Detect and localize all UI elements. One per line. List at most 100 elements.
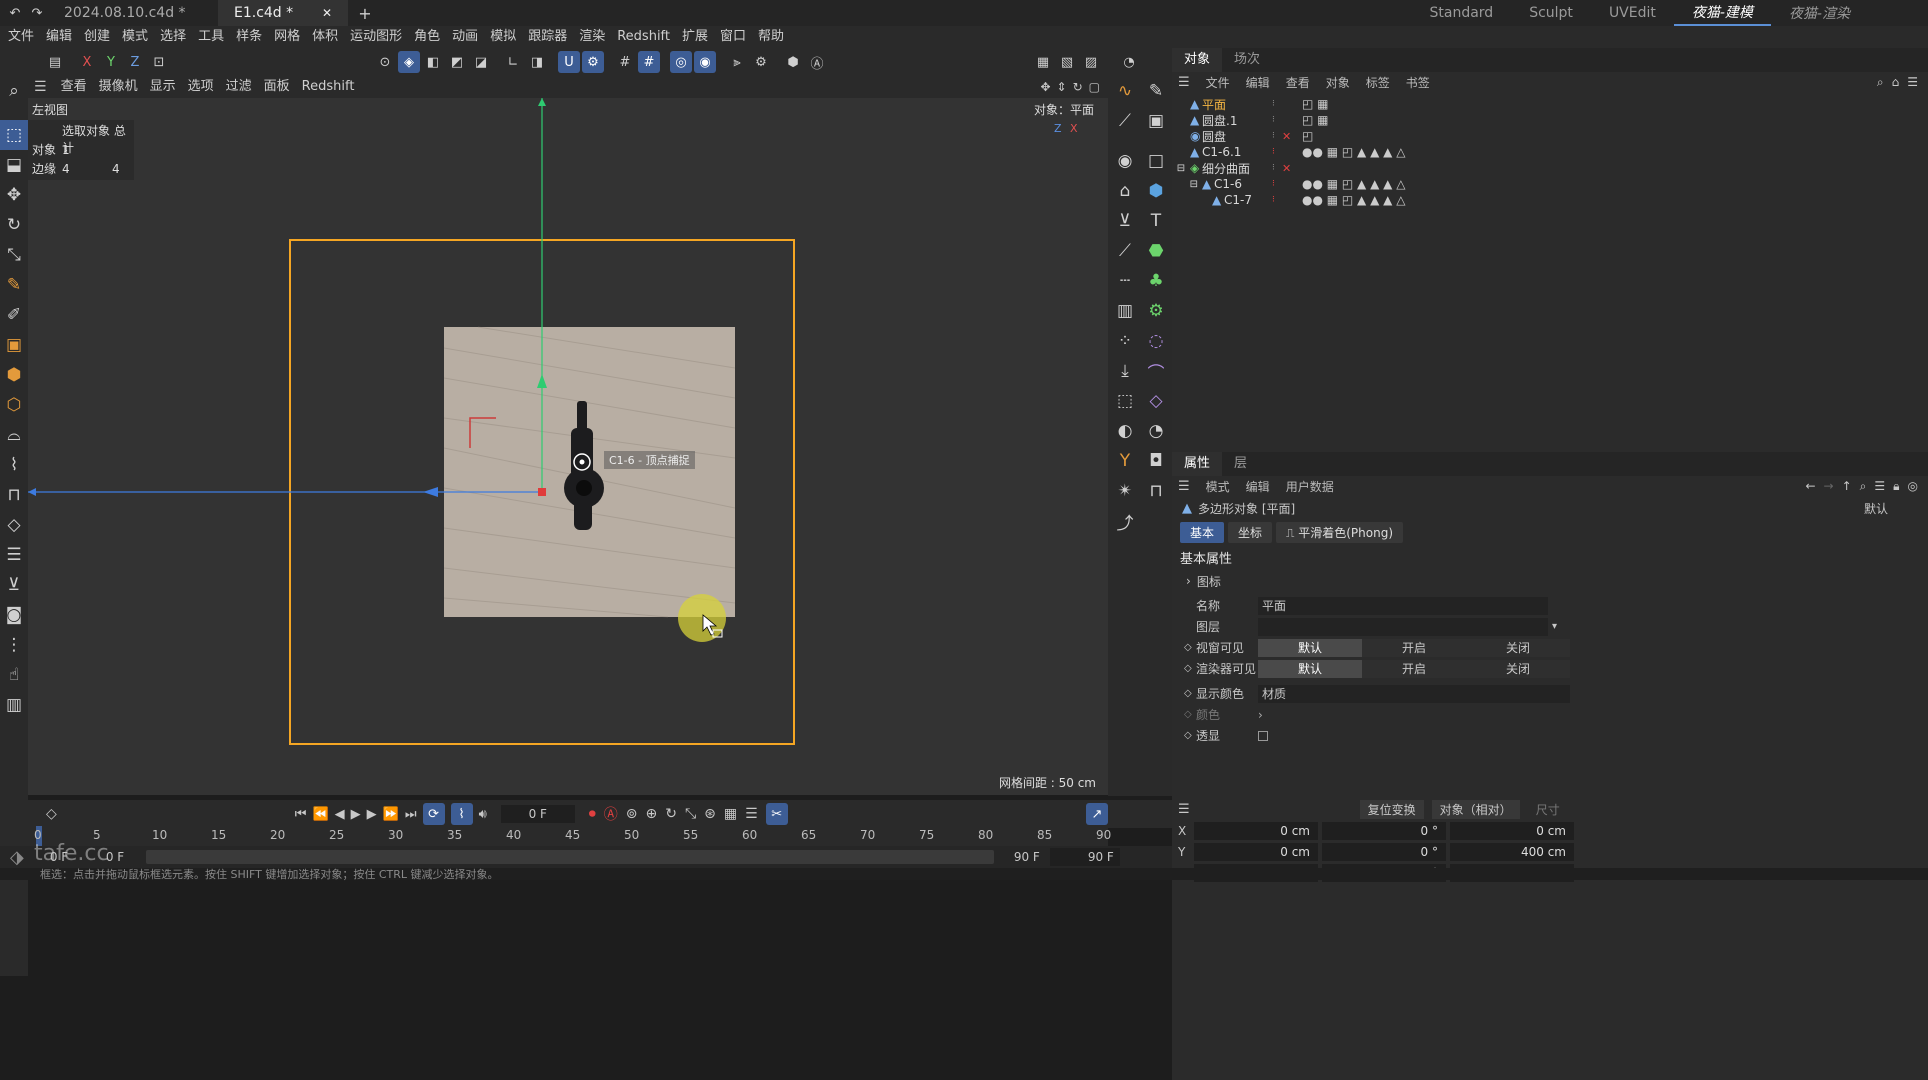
axis-y-toggle[interactable]: Y — [100, 51, 122, 73]
render-visible-on[interactable]: 开启 — [1362, 659, 1466, 678]
om-menu-bookmarks[interactable]: 书签 — [1398, 74, 1438, 91]
icon-group-toggle[interactable]: › 图标 — [1172, 571, 1928, 591]
model-mode-icon[interactable]: ▤ — [44, 51, 66, 73]
play-icon[interactable]: ▶ — [351, 807, 361, 822]
object-row-subdivision[interactable]: ⊟ ◈ 细分曲面 ⁝ ✕ — [1172, 160, 1928, 176]
close-tab-icon[interactable]: ✕ — [322, 6, 332, 20]
cube-icon[interactable]: ⬢ — [1141, 176, 1171, 206]
selection-filter-icon[interactable]: ⬚ — [1110, 386, 1140, 416]
object-row-plane[interactable]: ▲ 平面 ⁝ ◰ ▦ — [1172, 96, 1928, 112]
loop-cut-icon[interactable]: ☰ — [0, 540, 28, 570]
range-end-field[interactable]: 90 F — [1000, 850, 1040, 864]
menu-character[interactable]: 角色 — [408, 26, 446, 48]
am-menu-edit[interactable]: 编辑 — [1238, 478, 1278, 495]
gear-icon[interactable]: ⚙ — [1141, 296, 1171, 326]
xray-checkbox[interactable] — [1258, 730, 1268, 741]
rotate-tool-icon[interactable]: ↻ — [0, 210, 28, 240]
export-icon[interactable]: ⤴ — [1110, 506, 1140, 536]
menu-spline[interactable]: 样条 — [230, 26, 268, 48]
workplane-icon[interactable]: ∟ — [502, 51, 524, 73]
axis-z-toggle[interactable]: Z — [124, 51, 146, 73]
render-region-icon[interactable]: ▦ — [1032, 51, 1054, 73]
redshift-ipr-icon[interactable]: ◔ — [1118, 51, 1140, 73]
menu-select[interactable]: 选择 — [154, 26, 192, 48]
timeline-ruler[interactable]: 0 5 10 15 20 25 30 35 40 45 50 55 60 65 70 75 80 85 90 — [28, 826, 1111, 846]
menu-file[interactable]: 文件 — [2, 26, 40, 48]
range-slider[interactable] — [145, 850, 994, 864]
object-row-c1-6[interactable]: ⊟ ▲ C1-6 ⁝ ●● ▦ ◰ ▲ ▲ ▲ △ — [1172, 176, 1928, 192]
tab-objects[interactable]: 对象 — [1172, 48, 1223, 72]
layout-yemao-modeling[interactable]: 夜猫-建模 — [1673, 0, 1771, 26]
cube-frame-icon[interactable]: ▣ — [1141, 106, 1171, 136]
dash-icon[interactable]: ┄ — [1110, 266, 1140, 296]
edges-mode-icon[interactable]: ◈ — [398, 51, 420, 73]
om-home-icon[interactable]: ⌂ — [1892, 75, 1900, 89]
render-view-icon[interactable]: ⬢ — [782, 51, 804, 73]
subtab-phong[interactable]: ⎍ 平滑着色(Phong) — [1276, 521, 1404, 543]
subtab-coord[interactable]: 坐标 — [1228, 521, 1273, 543]
next-frame-icon[interactable]: ▶ — [367, 807, 377, 822]
display-color-dropdown[interactable]: 材质 — [1258, 684, 1570, 703]
axis-x-toggle[interactable]: X — [76, 51, 98, 73]
orbit-view-icon[interactable]: ↻ — [1073, 80, 1083, 94]
left-viewport[interactable]: 左视图 选取对象 总计 对象 1 边缘 4 4 对象：平面 Z X C1-6 -… — [28, 98, 1108, 795]
editor-visible-on[interactable]: 开启 — [1362, 638, 1466, 657]
brush-tool-icon[interactable]: ✐ — [0, 300, 28, 330]
visibility-dots-icon[interactable]: ⁝ — [1272, 131, 1282, 141]
tab-takes[interactable]: 场次 — [1222, 48, 1272, 72]
prev-frame-icon[interactable]: ◀ — [335, 807, 345, 822]
auto-icon[interactable]: Ⓐ — [806, 51, 828, 73]
menu-window[interactable]: 窗口 — [714, 26, 752, 48]
menu-animate[interactable]: 动画 — [446, 26, 484, 48]
vp-menu-options[interactable]: 选项 — [182, 76, 220, 98]
timeline-graph-icon[interactable]: ↗ — [1086, 803, 1108, 825]
new-tab-icon[interactable]: + — [354, 2, 376, 24]
am-filter-icon[interactable]: ☰ — [1874, 479, 1885, 493]
spline-tool-icon[interactable]: ⟋ — [1110, 106, 1140, 136]
vp-menu-view[interactable]: 查看 — [55, 76, 93, 98]
preset-dropdown[interactable]: 默认 — [1864, 500, 1888, 517]
forward-arrow-icon[interactable]: → — [1824, 479, 1834, 493]
disabled-x-icon[interactable]: ✕ — [1282, 162, 1291, 175]
snap-settings-icon[interactable]: ⚙ — [582, 51, 604, 73]
undo-icon[interactable]: ↶ — [4, 2, 26, 24]
snap-icon[interactable]: U — [558, 51, 580, 73]
loop-icon[interactable]: ⟳ — [422, 803, 445, 825]
new-view-icon[interactable]: ◎ — [1908, 479, 1918, 493]
object-row-c1-6-1[interactable]: ▲ C1-6.1 ⁝ ●● ▦ ◰ ▲ ▲ ▲ △ — [1172, 144, 1928, 160]
key-param-icon[interactable]: ⊛ — [704, 806, 716, 822]
om-menu-file[interactable]: 文件 — [1198, 74, 1238, 91]
name-field[interactable]: 平面 — [1258, 596, 1548, 615]
array-icon[interactable]: ▥ — [1110, 296, 1140, 326]
keyframe-diamond-icon[interactable]: ◇ — [1184, 688, 1196, 699]
cube-primitive-icon[interactable]: ▣ — [0, 330, 28, 360]
sculpt-pen-icon[interactable]: ✎ — [1141, 76, 1171, 106]
am-search-icon[interactable]: ⌕ — [1860, 479, 1867, 494]
range-start-field-2[interactable]: 0 F — [106, 850, 146, 864]
rot-x-field[interactable]: 0 ° — [1322, 821, 1446, 840]
solo-icon[interactable]: ◨ — [526, 51, 548, 73]
object-row-c1-7[interactable]: ▲ C1-7 ⁝ ●● ▦ ◰ ▲ ▲ ▲ △ — [1172, 192, 1928, 208]
menu-render[interactable]: 渲染 — [573, 26, 611, 48]
menu-mesh[interactable]: 网格 — [268, 26, 306, 48]
vp-menu-cameras[interactable]: 摄像机 — [93, 76, 144, 98]
y-branch-icon[interactable]: Y — [1110, 446, 1140, 476]
up-arrow-icon[interactable]: ↑ — [1842, 479, 1852, 493]
polygons-mode-icon[interactable]: ◧ — [422, 51, 444, 73]
menu-extensions[interactable]: 扩展 — [676, 26, 714, 48]
visibility-dots-icon[interactable]: ⁝ — [1272, 99, 1290, 109]
soft-selection-icon[interactable]: ◎ — [670, 51, 692, 73]
subtab-basic[interactable]: 基本 — [1180, 521, 1225, 543]
coords-hamburger-icon[interactable]: ☰ — [1178, 802, 1190, 817]
key-rotation-icon[interactable]: ↻ — [665, 806, 677, 822]
extrude-nurbs-icon[interactable]: ⌂ — [1110, 176, 1140, 206]
key-scale-icon[interactable]: ⤡ — [685, 806, 696, 822]
hand-tool-icon[interactable]: ☝ — [0, 660, 28, 690]
keyframe-diamond-icon[interactable]: ◇ — [1184, 642, 1196, 653]
menu-help[interactable]: 帮助 — [752, 26, 790, 48]
cloner-icon[interactable]: ⬣ — [1141, 236, 1171, 266]
om-hamburger-icon[interactable]: ☰ — [1178, 75, 1190, 90]
bridge-icon[interactable]: ⌓ — [0, 420, 28, 450]
layer-field[interactable] — [1258, 617, 1548, 636]
menu-mograph[interactable]: 运动图形 — [344, 26, 408, 48]
